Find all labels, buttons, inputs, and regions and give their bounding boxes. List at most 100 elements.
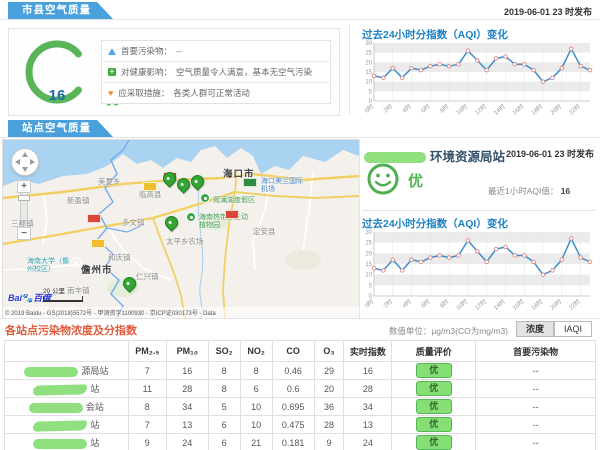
header-pm25: PM₂.₅	[128, 341, 166, 362]
station-name-suffix: 站	[90, 438, 99, 448]
svg-text:10时: 10时	[454, 297, 469, 311]
header-pm10: PM₁₀	[166, 341, 208, 362]
toggle-iaqi[interactable]: IAQI	[554, 321, 592, 337]
pan-up-icon[interactable]	[22, 152, 28, 157]
map-scale: 20 公里	[43, 285, 83, 302]
tab-city-air-quality[interactable]: 市县空气质量	[8, 2, 113, 19]
map-label: 美夏乡	[98, 176, 121, 187]
value-cell: 0.181	[272, 434, 314, 450]
map-zoom-control[interactable]: + −	[17, 180, 31, 240]
value-cell: 13	[344, 416, 392, 434]
station-name-cell: 站	[5, 434, 129, 450]
station-name-suffix: 会站	[86, 402, 104, 412]
value-cell: 0.695	[272, 398, 314, 416]
rating-cell: 优	[392, 398, 476, 416]
dashboard: 市县空气质量 2019-06-01 23 时发布 16 优 首要污染物： -- …	[0, 0, 600, 450]
city-aqi-value: 16	[33, 87, 81, 104]
svg-text:15: 15	[365, 70, 372, 76]
station-aqi-level: 优	[408, 170, 423, 191]
map-poi-icon	[200, 193, 210, 203]
svg-text:10: 10	[365, 80, 372, 86]
svg-text:10: 10	[365, 273, 372, 279]
primary-pollutant-cell: --	[476, 380, 596, 398]
toggle-concentration[interactable]: 浓度	[516, 321, 554, 337]
value-cell: 6	[240, 380, 272, 398]
svg-text:15: 15	[365, 262, 372, 268]
station-name-suffix: 站	[90, 420, 99, 430]
road-shield-icon	[225, 210, 239, 219]
svg-text:16时: 16时	[511, 102, 526, 116]
table-title: 各站点污染物浓度及分指数	[5, 322, 137, 338]
svg-text:5: 5	[369, 283, 373, 289]
svg-text:25: 25	[365, 241, 372, 247]
svg-text:8时: 8时	[438, 102, 450, 114]
header-so2: SO₂	[208, 341, 240, 362]
station-name-suffix: 站	[90, 384, 99, 394]
value-cell: 10	[240, 416, 272, 434]
value-cell: 6	[208, 416, 240, 434]
pan-left-icon[interactable]	[15, 159, 20, 165]
map-pan-control[interactable]	[11, 148, 39, 176]
recent-aqi-value: 16	[561, 186, 570, 196]
city-publish-date: 2019-06-01 23 时发布	[504, 5, 592, 18]
table-row: 站9246210.181924优--	[5, 434, 596, 450]
value-cell: 8	[240, 362, 272, 380]
info-row-measures: ♥ 应采取措施： 各类人群可正常活动	[102, 83, 330, 103]
zoom-slider-handle[interactable]	[18, 195, 30, 201]
svg-text:5: 5	[369, 89, 373, 95]
zoom-in-button[interactable]: +	[17, 180, 31, 193]
svg-text:10时: 10时	[454, 102, 469, 116]
station-name-blur	[33, 420, 87, 431]
pan-down-icon[interactable]	[22, 167, 28, 172]
aqi-info-table: 首要污染物： -- + 对健康影响： 空气质量令人满意，基本无空气污染 ♥ 应采…	[101, 40, 331, 104]
map-label: 定安县	[253, 226, 276, 237]
header-quality-rating: 质量评价	[392, 341, 476, 362]
smiley-face-icon	[366, 162, 400, 196]
value-cell: 13	[166, 416, 208, 434]
pollutant-triangle-icon	[108, 48, 116, 55]
station-name-blur	[29, 403, 83, 413]
value-cell: 11	[128, 380, 166, 398]
svg-text:20: 20	[365, 60, 372, 66]
divider	[0, 19, 600, 20]
map-label: 三都镇	[11, 218, 34, 229]
recent-aqi-label: 最近1小时AQI值：	[488, 186, 558, 196]
value-cell: 16	[166, 362, 208, 380]
svg-text:6时: 6时	[419, 297, 431, 309]
rating-badge: 优	[416, 417, 452, 432]
value-cell: 7	[128, 362, 166, 380]
rating-cell: 优	[392, 416, 476, 434]
header-station	[5, 341, 129, 362]
info-label: 首要污染物：	[121, 45, 172, 57]
svg-text:25: 25	[365, 51, 372, 57]
baidu-paw-icon: 🐾	[22, 293, 33, 303]
value-cell: 28	[166, 380, 208, 398]
rating-cell: 优	[392, 362, 476, 380]
value-cell: 28	[344, 380, 392, 398]
value-cell: 24	[344, 434, 392, 450]
svg-text:14时: 14时	[492, 102, 507, 116]
table-row: 站1128860.62028优--	[5, 380, 596, 398]
map-label: 太平乡农场	[166, 236, 204, 247]
svg-text:20时: 20时	[548, 297, 563, 311]
map-label: 观澜湖度假区	[213, 197, 261, 205]
pan-right-icon[interactable]	[30, 159, 35, 165]
header-no2: NO₂	[240, 341, 272, 362]
value-cell: 8	[208, 362, 240, 380]
info-value: --	[176, 46, 182, 56]
svg-text:20: 20	[365, 251, 372, 257]
road-shield-icon	[243, 178, 257, 187]
value-cell: 34	[344, 398, 392, 416]
value-cell: 20	[314, 380, 344, 398]
value-cell: 0.6	[272, 380, 314, 398]
svg-text:12时: 12时	[473, 102, 488, 116]
map[interactable]: + − 海口市儋州市临高县美夏乡新盈镇三都镇多文镇南丰镇和庆镇仁兴镇太平乡农场定…	[2, 139, 360, 319]
tab-station-air-quality[interactable]: 站点空气质量	[8, 120, 113, 137]
value-cell: 34	[166, 398, 208, 416]
svg-text:4时: 4时	[401, 102, 413, 114]
recent-aqi: 最近1小时AQI值： 16	[488, 185, 570, 197]
rating-cell: 优	[392, 434, 476, 450]
measure-heart-icon: ♥	[108, 89, 113, 98]
divider	[0, 318, 600, 319]
header-primary-pollutant: 首要污染物	[476, 341, 596, 362]
